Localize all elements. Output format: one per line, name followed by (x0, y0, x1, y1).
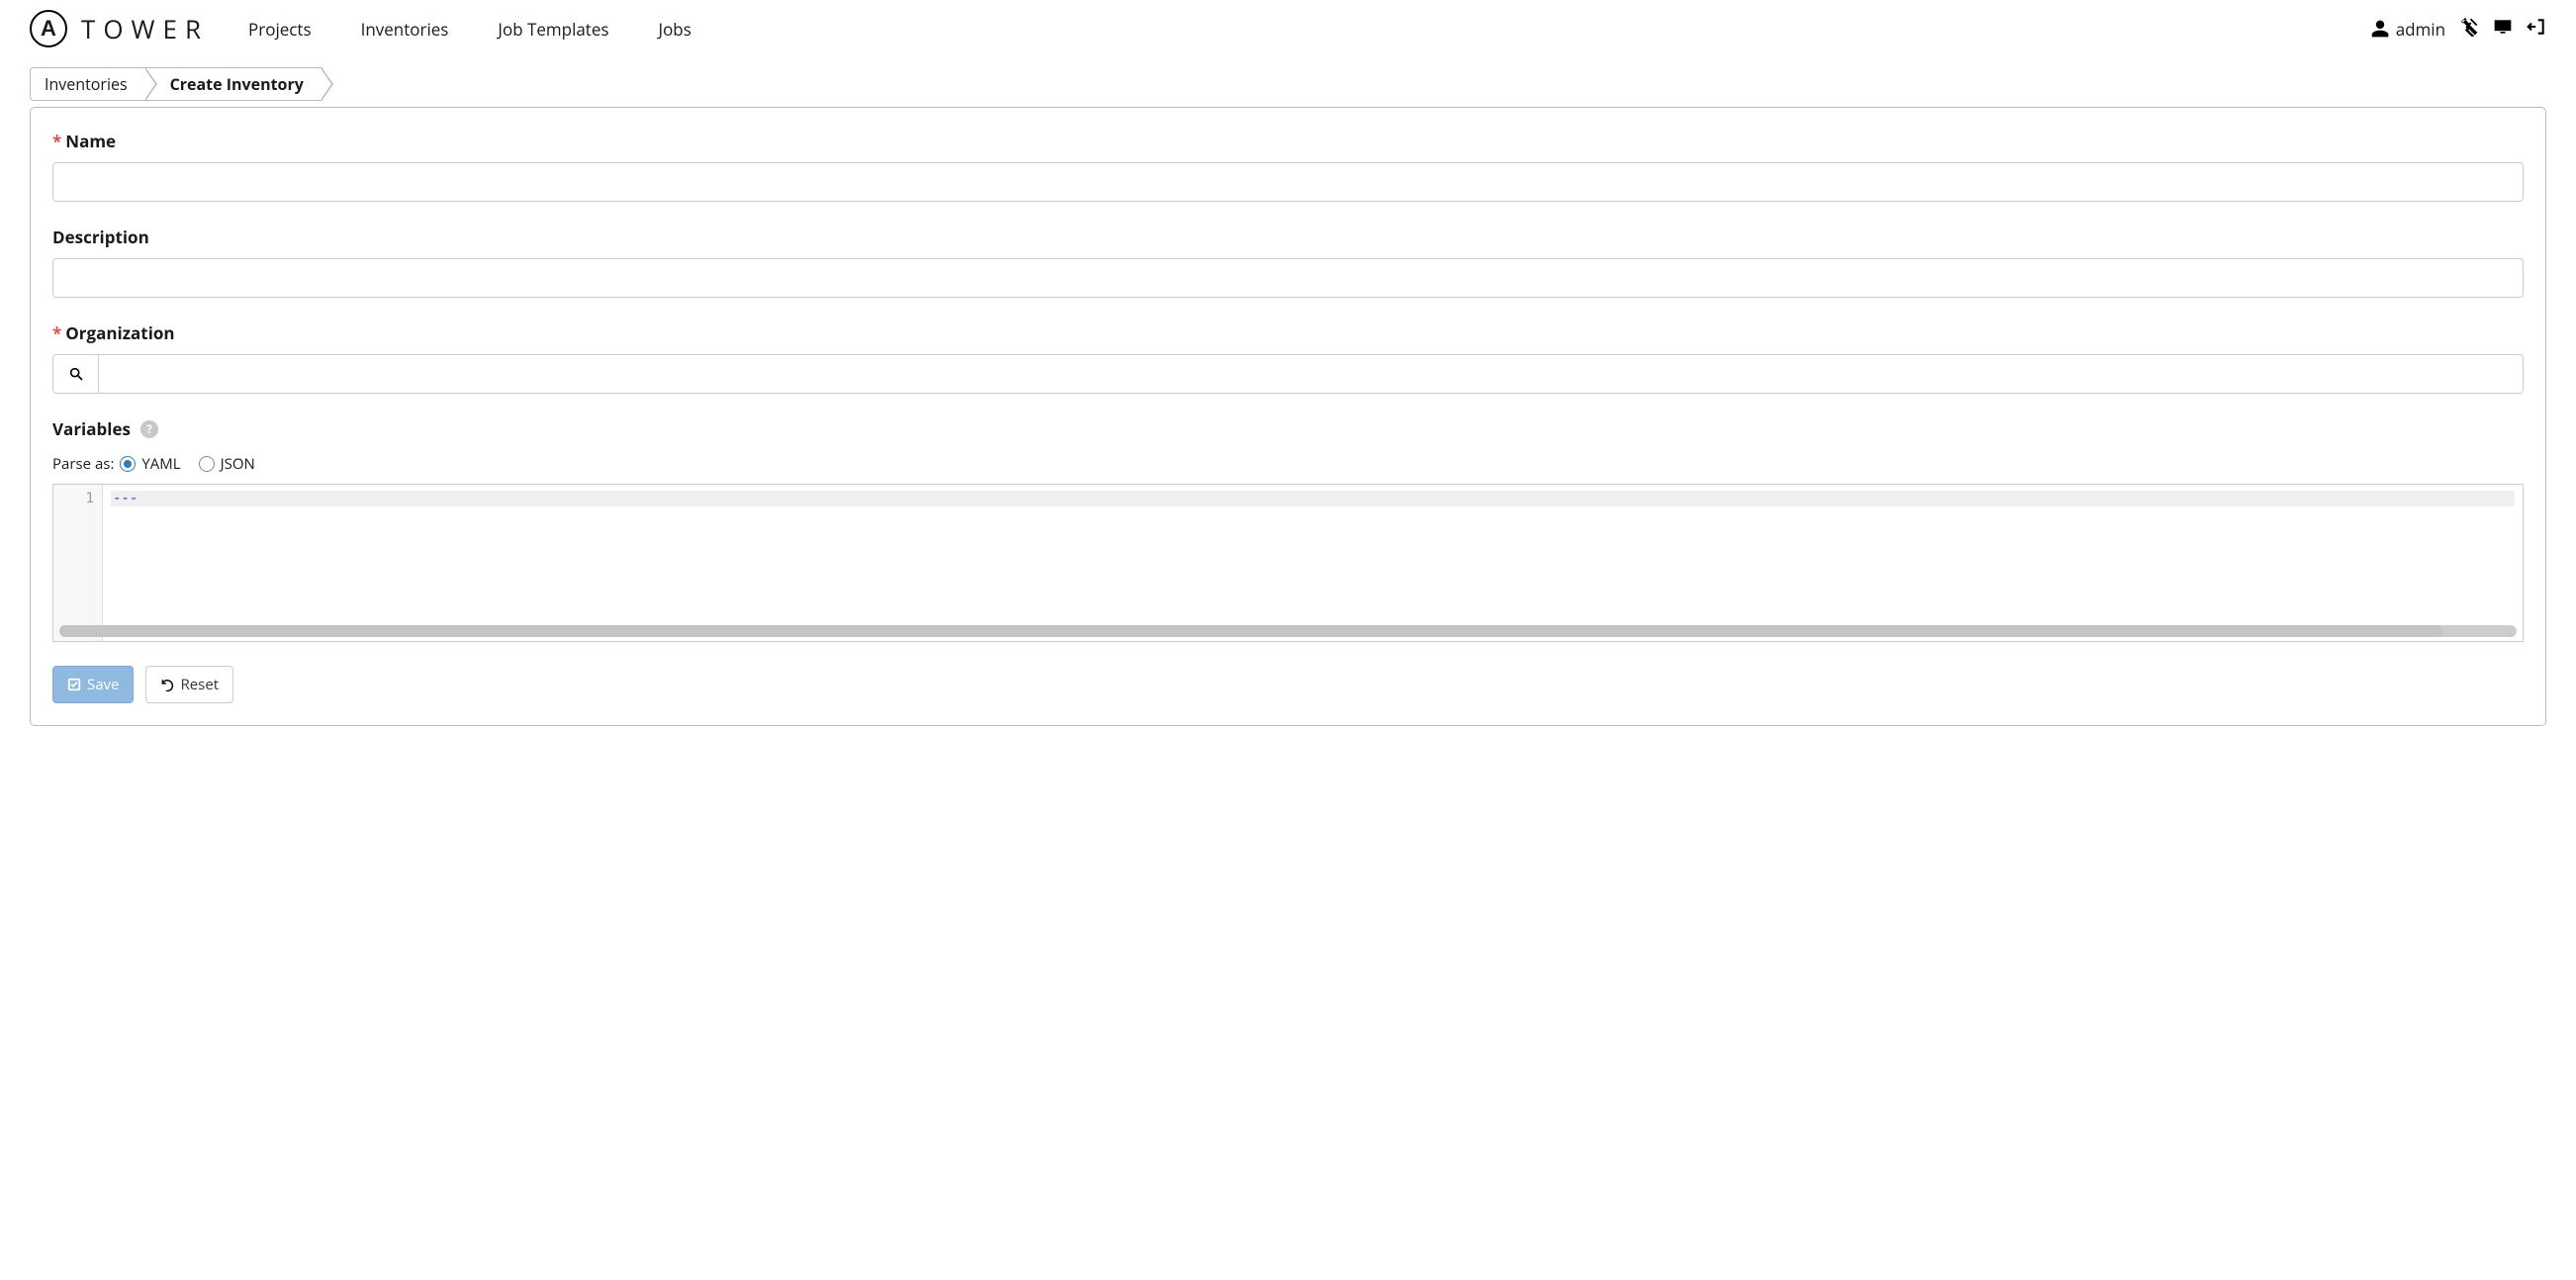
form-panel: * Name Description * Organization Variab… (30, 107, 2546, 726)
radio-json[interactable] (199, 456, 215, 472)
description-input[interactable] (52, 258, 2524, 298)
organization-lookup (52, 354, 2524, 394)
description-label: Description (52, 226, 2524, 248)
field-organization: * Organization (52, 321, 2524, 394)
editor-body[interactable]: --- (103, 485, 2523, 641)
brand-logo: A TOWER (30, 10, 209, 47)
required-marker: * (52, 321, 61, 344)
breadcrumb-inventories[interactable]: Inventories (30, 67, 146, 101)
editor-gutter: 1 (53, 485, 103, 641)
button-row: Save Reset (52, 666, 2524, 703)
variables-label: Variables ? (52, 417, 2524, 440)
name-label: * Name (52, 130, 2524, 152)
undo-icon (160, 678, 174, 691)
line-number: 1 (86, 491, 94, 506)
breadcrumb-create-inventory: Create Inventory (146, 67, 322, 101)
current-user[interactable]: admin (2370, 18, 2445, 41)
check-icon (67, 678, 81, 691)
organization-label: * Organization (52, 321, 2524, 344)
field-name: * Name (52, 130, 2524, 202)
reset-label: Reset (180, 675, 219, 694)
field-description: Description (52, 226, 2524, 298)
header-right: admin (2370, 17, 2546, 42)
brand-mark: A (30, 10, 67, 47)
editor-scrollbar[interactable] (59, 625, 2517, 637)
organization-input[interactable] (98, 354, 2524, 394)
settings-icon[interactable] (2459, 17, 2479, 42)
name-input[interactable] (52, 162, 2524, 202)
help-icon[interactable]: ? (140, 420, 158, 438)
description-label-text: Description (52, 226, 149, 248)
nav-jobs[interactable]: Jobs (659, 18, 691, 41)
field-variables: Variables ? Parse as: YAML JSON 1 --- (52, 417, 2524, 642)
organization-label-text: Organization (65, 321, 174, 344)
parse-as-row: Parse as: YAML JSON (52, 454, 2524, 474)
user-icon (2370, 19, 2390, 39)
variables-label-text: Variables (52, 417, 131, 440)
search-icon (68, 366, 84, 382)
organization-search-button[interactable] (52, 354, 98, 394)
name-label-text: Name (65, 130, 116, 152)
radio-json-label: JSON (221, 454, 255, 474)
brand-name: TOWER (81, 11, 209, 46)
logout-icon[interactable] (2527, 17, 2546, 42)
nav-job-templates[interactable]: Job Templates (498, 18, 608, 41)
monitor-icon[interactable] (2493, 17, 2513, 42)
radio-yaml-label: YAML (141, 454, 180, 474)
radio-yaml[interactable] (120, 456, 136, 472)
parse-as-label: Parse as: (52, 454, 114, 474)
user-label: admin (2396, 18, 2445, 41)
reset-button[interactable]: Reset (145, 666, 233, 703)
required-marker: * (52, 130, 61, 152)
main-nav: Projects Inventories Job Templates Jobs (248, 18, 691, 41)
nav-projects[interactable]: Projects (248, 18, 312, 41)
save-label: Save (87, 675, 119, 694)
save-button[interactable]: Save (52, 666, 134, 703)
editor-content: --- (111, 491, 2515, 506)
scrollbar-thumb[interactable] (59, 625, 2442, 637)
variables-editor[interactable]: 1 --- (52, 484, 2524, 642)
nav-inventories[interactable]: Inventories (361, 18, 449, 41)
breadcrumb: Inventories Create Inventory (30, 67, 322, 101)
top-header: A TOWER Projects Inventories Job Templat… (0, 0, 2576, 57)
breadcrumb-container: Inventories Create Inventory (0, 57, 2576, 107)
